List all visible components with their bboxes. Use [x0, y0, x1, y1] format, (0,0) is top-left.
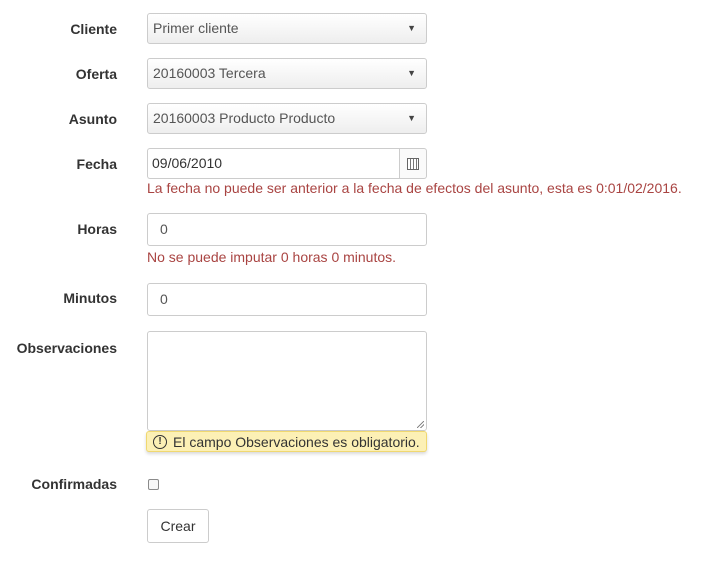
calendar-icon — [407, 157, 419, 170]
fecha-input[interactable]: 09/06/2010 — [147, 148, 399, 179]
cliente-select-value: Primer cliente — [153, 20, 239, 36]
asunto-select[interactable]: 20160003 Producto Producto ▼ — [147, 103, 427, 134]
minutos-input[interactable]: 0 — [147, 283, 427, 316]
horas-label: Horas — [77, 221, 117, 237]
observaciones-textarea[interactable] — [147, 331, 427, 431]
horas-error-message: No se puede imputar 0 horas 0 minutos. — [147, 249, 397, 265]
asunto-label: Asunto — [68, 111, 117, 127]
resize-grip-icon[interactable] — [417, 421, 424, 428]
confirmadas-checkbox[interactable] — [148, 479, 159, 490]
fecha-error-message: La fecha no puede ser anterior a la fech… — [147, 180, 682, 196]
horas-input[interactable]: 0 — [147, 213, 427, 246]
date-picker-button[interactable] — [399, 148, 427, 179]
cliente-select[interactable]: Primer cliente ▼ — [147, 13, 427, 44]
caret-down-icon: ▼ — [407, 23, 416, 33]
minutos-label: Minutos — [63, 290, 117, 306]
oferta-label: Oferta — [75, 66, 117, 82]
observaciones-warning-tooltip: ! El campo Observaciones es obligatorio. — [146, 431, 427, 452]
oferta-select[interactable]: 20160003 Tercera ▼ — [147, 58, 427, 89]
exclamation-circle-icon: ! — [153, 434, 167, 449]
oferta-select-value: 20160003 Tercera — [153, 65, 266, 81]
observaciones-label: Observaciones — [16, 340, 117, 356]
caret-down-icon: ▼ — [407, 68, 416, 78]
confirmadas-label: Confirmadas — [31, 476, 117, 492]
fecha-label: Fecha — [76, 156, 117, 172]
asunto-select-value: 20160003 Producto Producto — [153, 110, 336, 126]
cliente-label: Cliente — [70, 21, 117, 37]
observaciones-warning-text: El campo Observaciones es obligatorio. — [173, 433, 420, 450]
crear-button[interactable]: Crear — [147, 509, 209, 543]
caret-down-icon: ▼ — [407, 113, 416, 123]
